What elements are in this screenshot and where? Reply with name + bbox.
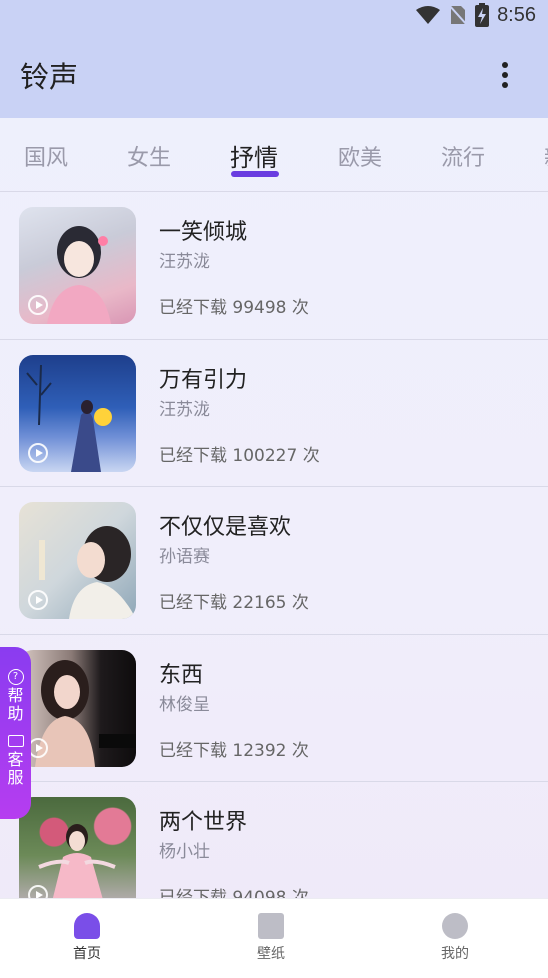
song-artist: 孙语赛	[159, 547, 210, 567]
song-title: 万有引力	[159, 367, 248, 393]
status-bar: 8:56	[348, 0, 548, 30]
song-list-item[interactable]: 不仅仅是喜欢 孙语赛 已经下载 22165 次	[0, 487, 548, 635]
help-icon: ?	[7, 669, 24, 685]
tab-nvsheng[interactable]: 女生	[127, 140, 171, 172]
download-count: 已经下载 12392 次	[159, 740, 309, 761]
help-service-tab[interactable]: ? 帮助 客服	[0, 647, 31, 819]
wifi-icon	[416, 6, 441, 24]
mail-icon	[7, 735, 24, 747]
no-sim-icon	[449, 4, 468, 26]
download-count: 已经下载 99498 次	[159, 298, 309, 318]
service-label[interactable]: 客服	[8, 751, 24, 787]
play-icon[interactable]	[28, 590, 48, 610]
play-icon[interactable]	[28, 442, 48, 463]
nav-profile[interactable]: 我的	[415, 913, 495, 963]
song-artist: 汪苏泷	[159, 399, 210, 420]
song-cover[interactable]	[19, 207, 136, 324]
song-list-item[interactable]: 东西 林俊呈 已经下载 12392 次	[0, 635, 548, 782]
app-header: 8:56 铃声	[0, 0, 548, 118]
song-list: 一笑倾城 汪苏泷 已经下载 99498 次 万有引力 汪苏泷 已经下载 1002…	[0, 192, 548, 930]
song-cover[interactable]	[19, 502, 136, 619]
download-count: 已经下载 100227 次	[159, 445, 320, 466]
song-cover[interactable]	[19, 649, 136, 767]
status-time: 8:56	[497, 3, 536, 26]
song-list-item[interactable]: 一笑倾城 汪苏泷 已经下载 99498 次	[0, 192, 548, 340]
nav-wallpaper-label: 壁纸	[257, 946, 285, 962]
tab-oumei[interactable]: 欧美	[338, 140, 382, 172]
nav-home[interactable]: 首页	[47, 913, 127, 963]
nav-home-label: 首页	[73, 946, 101, 962]
battery-charging-icon	[475, 3, 490, 27]
bottom-nav: 首页 壁纸 我的	[0, 898, 548, 978]
play-icon[interactable]	[28, 737, 48, 758]
song-title: 东西	[159, 662, 204, 688]
wallpaper-icon	[258, 913, 284, 939]
nav-wallpaper[interactable]: 壁纸	[231, 913, 311, 963]
tab-more-partial[interactable]: 新	[544, 140, 548, 172]
profile-icon	[442, 913, 468, 939]
more-menu-icon[interactable]	[494, 58, 516, 92]
song-cover[interactable]	[19, 354, 136, 472]
song-title: 不仅仅是喜欢	[159, 515, 292, 540]
play-icon[interactable]	[28, 295, 48, 315]
song-title: 两个世界	[159, 810, 248, 835]
download-count: 已经下载 22165 次	[159, 593, 309, 613]
tab-shuqing[interactable]: 抒情	[230, 138, 278, 173]
help-label[interactable]: 帮助	[8, 687, 24, 723]
category-tabs: 国风 女生 抒情 欧美 流行 新	[0, 118, 548, 192]
song-cover[interactable]	[19, 797, 136, 914]
song-title: 一笑倾城	[159, 220, 248, 245]
song-artist: 杨小壮	[159, 842, 210, 862]
song-list-item[interactable]: 万有引力 汪苏泷 已经下载 100227 次	[0, 340, 548, 487]
page-title: 铃声	[20, 60, 79, 94]
home-icon	[74, 913, 100, 939]
tab-guofeng[interactable]: 国风	[24, 140, 68, 172]
tab-liuxing[interactable]: 流行	[441, 140, 485, 172]
song-artist: 林俊呈	[159, 694, 210, 715]
active-tab-indicator	[231, 171, 279, 177]
nav-profile-label: 我的	[441, 946, 469, 962]
song-artist: 汪苏泷	[159, 252, 210, 272]
